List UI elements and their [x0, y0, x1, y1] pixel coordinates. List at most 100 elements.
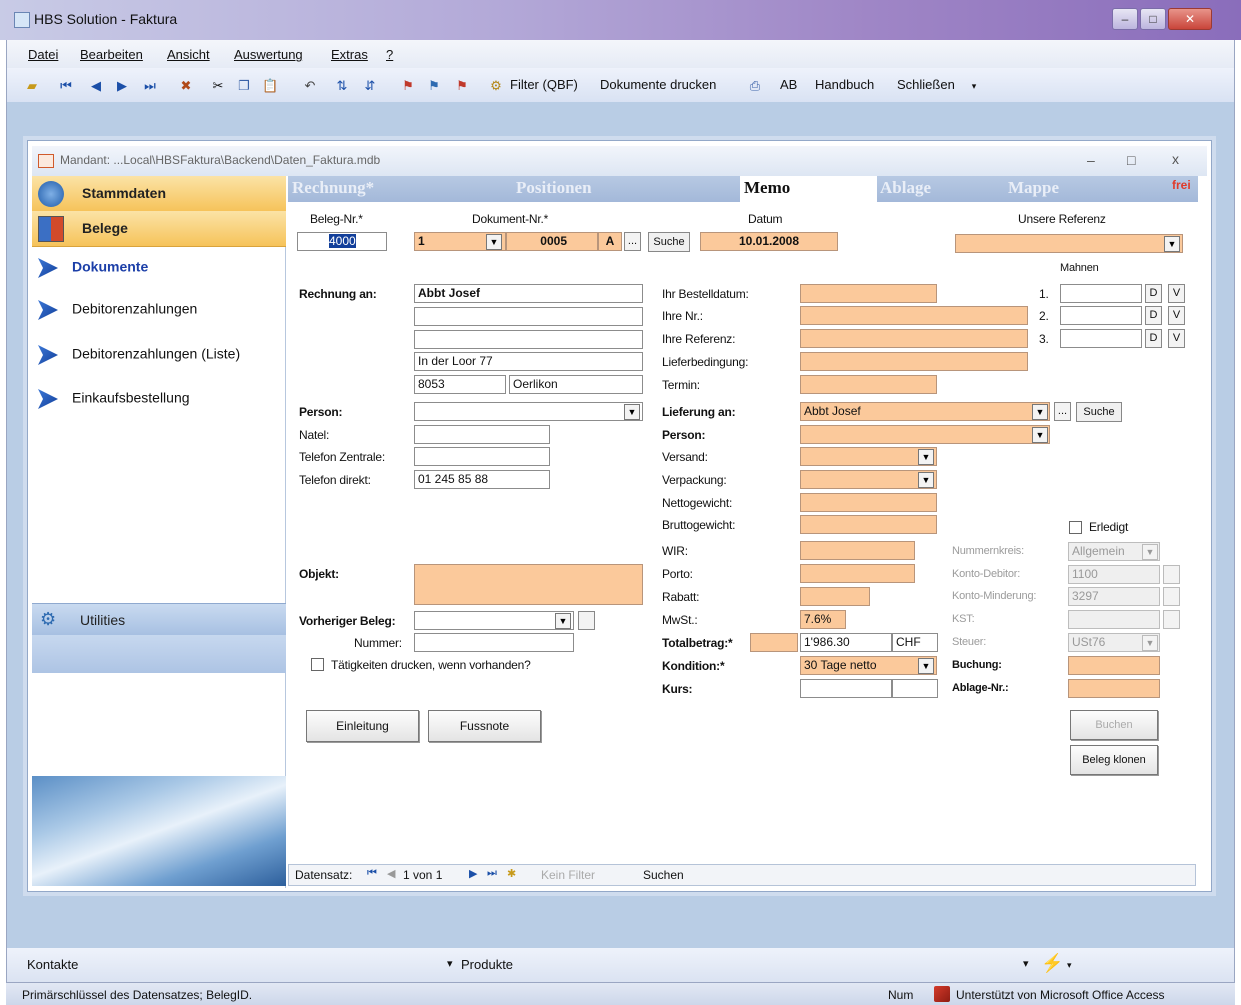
telefon-direkt-field[interactable]: 01 245 85 88	[414, 470, 550, 489]
kondition-select[interactable]: 30 Tage netto	[800, 656, 937, 675]
wir-field[interactable]	[800, 541, 915, 560]
totalbetrag-flag-field[interactable]	[750, 633, 798, 652]
dokument-type-dropdown-icon[interactable]: ▼	[486, 234, 502, 250]
fussnote-button[interactable]: Fussnote	[428, 710, 541, 742]
next-record-icon[interactable]: ▶	[114, 78, 130, 94]
nav-item-einkaufsbestellung[interactable]: Einkaufsbestellung	[38, 389, 190, 409]
verpackung-dropdown-icon[interactable]: ▼	[918, 472, 934, 488]
buchen-button[interactable]: Buchen	[1070, 710, 1158, 740]
kst-field[interactable]	[1068, 610, 1160, 629]
record-first-icon[interactable]: ⏮	[367, 867, 377, 880]
ab-button[interactable]: AB	[780, 77, 797, 92]
mahnen-1-field[interactable]	[1060, 284, 1142, 303]
record-prev-icon[interactable]: ◀	[387, 867, 395, 880]
totalbetrag-field[interactable]: 1'986.30	[800, 633, 892, 652]
kondition-dropdown-icon[interactable]: ▼	[918, 658, 934, 674]
new-record-icon[interactable]: ▰	[24, 78, 40, 94]
menu-datei[interactable]: Datei	[28, 47, 58, 62]
vorheriger-beleg-open-button[interactable]	[578, 611, 595, 630]
mwst-field[interactable]: 7.6%	[800, 610, 846, 629]
person-select[interactable]	[414, 402, 643, 421]
produkte-combo[interactable]: Produkte	[461, 957, 513, 972]
currency-field[interactable]: CHF	[892, 633, 938, 652]
minimize-button[interactable]: –	[1112, 8, 1138, 30]
mahnen-1-d-button[interactable]: D	[1145, 284, 1162, 303]
dokument-suche-button[interactable]: Suche	[648, 232, 690, 252]
lieferung-suche-button[interactable]: Suche	[1076, 402, 1122, 422]
tab-memo[interactable]: Memo	[740, 176, 877, 202]
nav-item-dokumente[interactable]: Dokumente	[38, 258, 148, 278]
steuer-dropdown-icon[interactable]: ▼	[1142, 635, 1158, 651]
telefon-zentrale-field[interactable]	[414, 447, 550, 466]
lieferbedingung-field[interactable]	[800, 352, 1028, 371]
konto-minderung-browse-button[interactable]	[1163, 587, 1180, 606]
record-next-icon[interactable]: ▶	[469, 867, 477, 880]
bruttogewicht-field[interactable]	[800, 515, 937, 534]
person-dropdown-icon[interactable]: ▼	[624, 404, 640, 420]
verpackung-select[interactable]	[800, 470, 937, 489]
natel-field[interactable]	[414, 425, 550, 444]
lightning-icon[interactable]: ⚡	[1041, 953, 1063, 974]
vorheriger-beleg-select[interactable]	[414, 611, 574, 630]
nav-belege[interactable]: Belege	[32, 211, 286, 247]
lieferung-person-select[interactable]	[800, 425, 1050, 444]
kontakte-combo[interactable]: Kontakte	[27, 957, 78, 972]
address-name-field[interactable]: Abbt Josef	[414, 284, 643, 303]
nettogewicht-field[interactable]	[800, 493, 937, 512]
nav-stammdaten[interactable]: Stammdaten	[32, 176, 286, 212]
kontakte-dropdown-icon[interactable]: ▾	[447, 957, 453, 970]
lieferung-an-select[interactable]: Abbt Josef	[800, 402, 1050, 421]
record-new-icon[interactable]: ✱	[507, 867, 516, 880]
ablage-nr-field[interactable]	[1068, 679, 1160, 698]
datum-field[interactable]: 10.01.2008	[700, 232, 838, 251]
termin-field[interactable]	[800, 375, 937, 394]
ihre-referenz-field[interactable]	[800, 329, 1028, 348]
cut-icon[interactable]: ✂	[210, 78, 226, 94]
tab-ablage[interactable]: Ablage	[880, 178, 931, 198]
menu-ansicht[interactable]: Ansicht	[167, 47, 210, 62]
menu-help[interactable]: ?	[386, 47, 393, 62]
nummernkreis-dropdown-icon[interactable]: ▼	[1142, 544, 1158, 560]
versand-select[interactable]	[800, 447, 937, 466]
dokument-suffix-field[interactable]: A	[598, 232, 622, 251]
mahnen-3-d-button[interactable]: D	[1145, 329, 1162, 348]
filter-form-icon[interactable]: ⚑	[426, 78, 442, 94]
dokument-number-field[interactable]: 0005	[506, 232, 598, 251]
close-button[interactable]: ✕	[1168, 8, 1212, 30]
objekt-field[interactable]	[414, 564, 643, 605]
taetigkeiten-checkbox[interactable]	[311, 658, 324, 671]
restore-button[interactable]: □	[1140, 8, 1166, 30]
ihre-nr-field[interactable]	[800, 306, 1028, 325]
mahnen-3-v-button[interactable]: V	[1168, 329, 1185, 348]
tab-positionen[interactable]: Positionen	[516, 178, 592, 198]
beleg-nr-field[interactable]: 4000	[297, 232, 387, 251]
address-line2-field[interactable]	[414, 307, 643, 326]
konto-debitor-browse-button[interactable]	[1163, 565, 1180, 584]
konto-minderung-field[interactable]: 3297	[1068, 587, 1160, 606]
lieferung-an-dropdown-icon[interactable]: ▼	[1032, 404, 1048, 420]
address-street-field[interactable]: In der Loor 77	[414, 352, 643, 371]
mahnen-1-v-button[interactable]: V	[1168, 284, 1185, 303]
record-search[interactable]: Suchen	[643, 868, 684, 882]
unsere-referenz-dropdown-icon[interactable]: ▼	[1164, 236, 1180, 252]
record-last-icon[interactable]: ⏭	[487, 867, 497, 880]
versand-dropdown-icon[interactable]: ▼	[918, 449, 934, 465]
mahnen-3-field[interactable]	[1060, 329, 1142, 348]
copy-icon[interactable]: ❐	[236, 78, 252, 94]
buchung-field[interactable]	[1068, 656, 1160, 675]
erledigt-checkbox[interactable]	[1069, 521, 1082, 534]
delete-record-icon[interactable]: ✖	[178, 78, 194, 94]
kurs-field[interactable]	[800, 679, 892, 698]
paste-icon[interactable]: 📋	[262, 78, 278, 94]
vorheriger-beleg-dropdown-icon[interactable]: ▼	[555, 613, 571, 629]
konto-debitor-field[interactable]: 1100	[1068, 565, 1160, 584]
nav-item-debitorenzahlungen-liste[interactable]: Debitorenzahlungen (Liste)	[38, 345, 240, 365]
sort-asc-icon[interactable]: ⇅	[334, 78, 350, 94]
remove-filter-icon[interactable]: ⚑	[454, 78, 470, 94]
form-maximize-button[interactable]: □	[1127, 152, 1135, 168]
mahnen-2-v-button[interactable]: V	[1168, 306, 1185, 325]
nav-utilities[interactable]: ⚙ Utilities	[32, 603, 286, 635]
produkte-dropdown-icon[interactable]: ▾	[1023, 957, 1029, 970]
last-record-icon[interactable]: ⏭	[142, 78, 158, 94]
close-form-button[interactable]: Schließen	[897, 77, 955, 92]
